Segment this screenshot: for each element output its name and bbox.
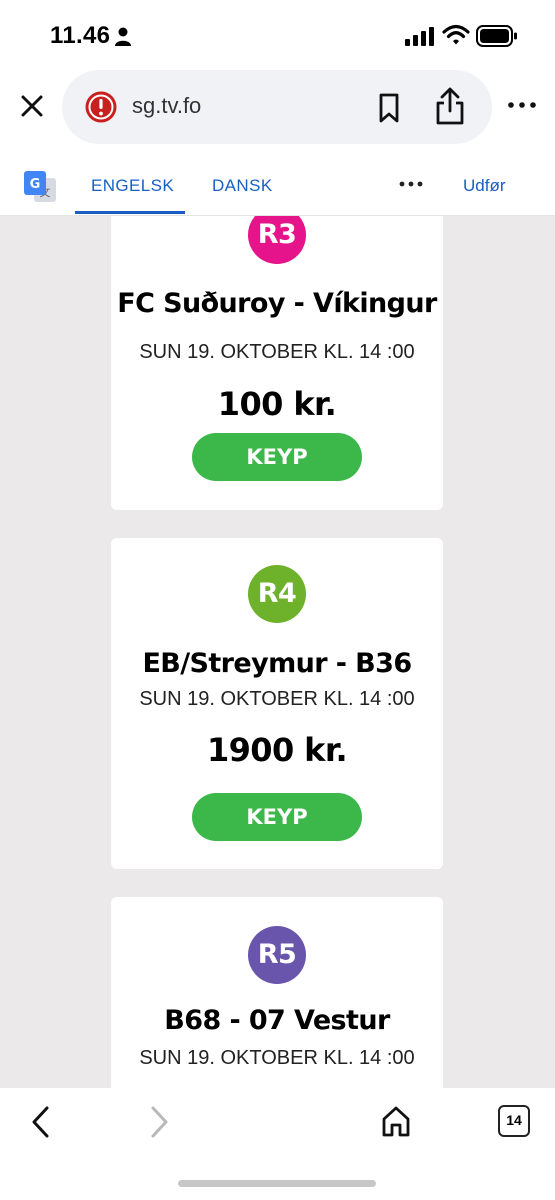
match-title: FC Suðuroy - Víkingur: [117, 288, 437, 319]
bookmark-icon[interactable]: [374, 92, 404, 124]
share-icon[interactable]: [434, 86, 466, 126]
round-badge: R5: [248, 926, 306, 984]
wifi-icon: [442, 24, 470, 45]
match-date: SUN 19. OKTOBER KL. 14 :00: [139, 688, 415, 710]
google-translate-icon: 文 G: [24, 171, 56, 202]
buy-button[interactable]: KEYP: [192, 433, 362, 481]
match-card: R4 EB/Streymur - B36 SUN 19. OKTOBER KL.…: [111, 538, 443, 869]
match-card: R3 FC Suðuroy - Víkingur SUN 19. OKTOBER…: [111, 216, 443, 510]
match-date: SUN 19. OKTOBER KL. 14 :00: [139, 1047, 415, 1069]
translate-more-icon[interactable]: [396, 172, 426, 196]
home-icon[interactable]: [380, 1104, 412, 1138]
match-price: 100 kr.: [217, 385, 337, 423]
address-bar[interactable]: sg.tv.fo: [62, 70, 492, 144]
tabs-icon[interactable]: 14: [498, 1105, 530, 1137]
signal-icon: [405, 27, 434, 46]
back-icon[interactable]: [26, 1102, 56, 1142]
svg-text:G: G: [30, 177, 41, 192]
status-bar: 11.46: [0, 0, 555, 72]
battery-icon: [476, 25, 517, 47]
match-title: EB/Streymur - B36: [142, 648, 412, 679]
bottom-toolbar: 14: [0, 1088, 555, 1200]
more-icon[interactable]: [502, 90, 542, 120]
match-date: SUN 19. OKTOBER KL. 14 :00: [139, 341, 415, 363]
active-tab-indicator: [75, 211, 185, 214]
translate-action-link[interactable]: Udfør: [463, 176, 506, 196]
tab-engelsk[interactable]: ENGELSK: [91, 176, 174, 196]
round-badge: R3: [248, 216, 306, 264]
match-card: R5 B68 - 07 Vestur SUN 19. OKTOBER KL. 1…: [111, 897, 443, 1088]
buy-button[interactable]: KEYP: [192, 793, 362, 841]
tab-dansk[interactable]: DANSK: [212, 176, 273, 196]
match-price: 1900 kr.: [206, 731, 348, 769]
person-icon: [115, 27, 131, 46]
match-title: B68 - 07 Vestur: [164, 1005, 390, 1036]
round-badge: R4: [248, 565, 306, 623]
site-warning-icon[interactable]: [84, 90, 118, 124]
close-icon[interactable]: [14, 88, 50, 124]
forward-icon[interactable]: [144, 1102, 174, 1142]
url-text[interactable]: sg.tv.fo: [132, 93, 201, 119]
page-content: R3 FC Suðuroy - Víkingur SUN 19. OKTOBER…: [0, 216, 555, 1088]
home-indicator[interactable]: [178, 1180, 376, 1187]
status-time: 11.46: [50, 22, 111, 49]
translate-bar: 文 G ENGELSK DANSK Udfør: [0, 150, 555, 216]
